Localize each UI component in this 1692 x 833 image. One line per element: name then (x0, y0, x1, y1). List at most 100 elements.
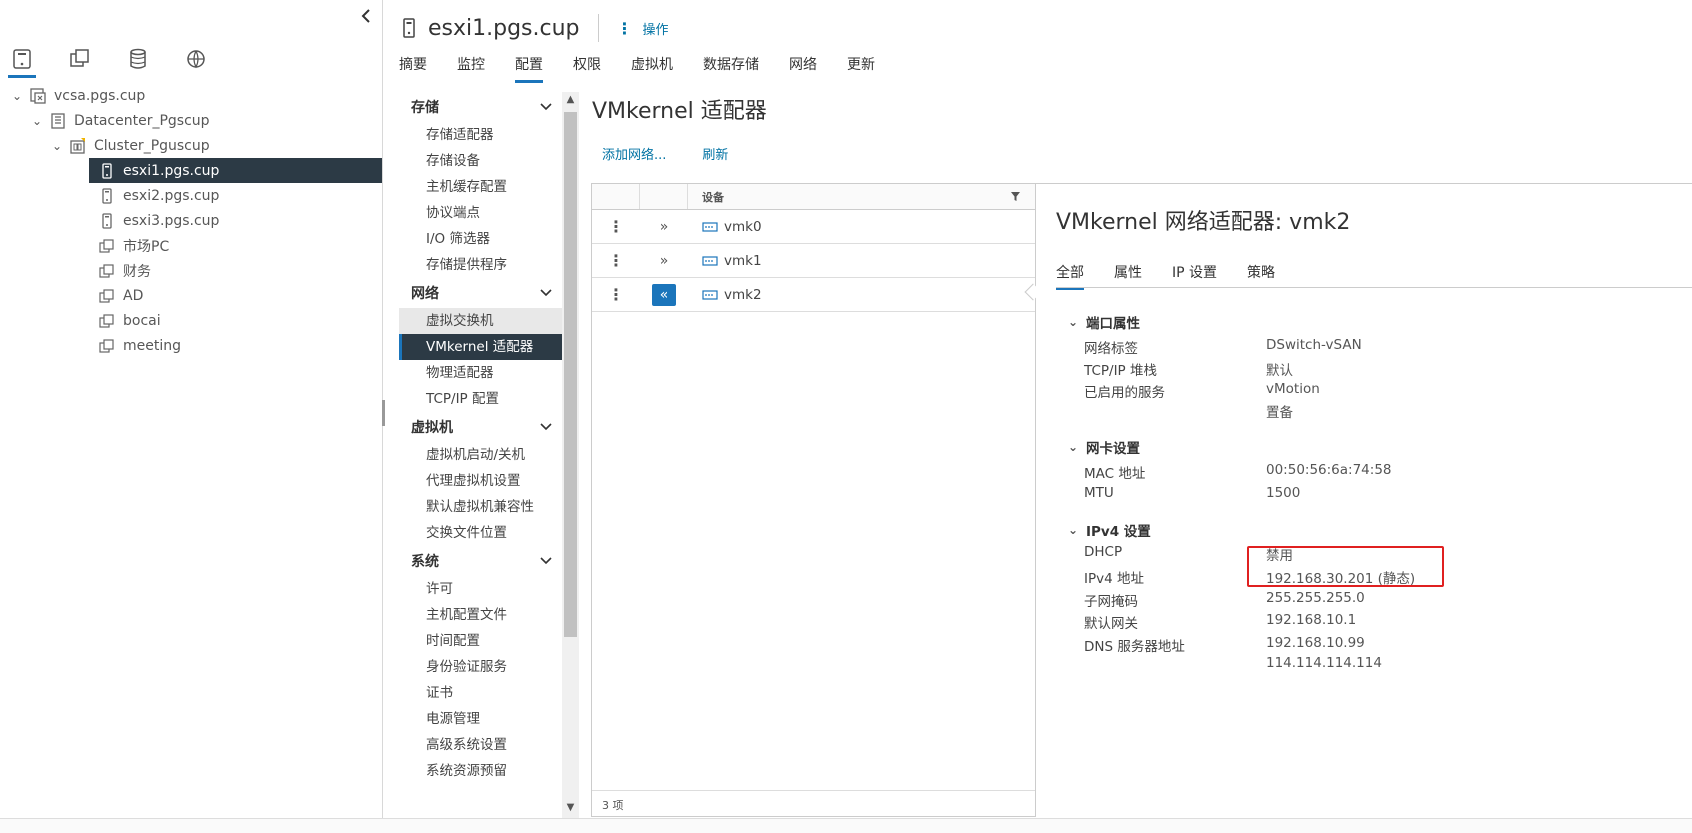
nav-group-networking[interactable]: 网络 (399, 278, 562, 308)
grid-footer: 3 项 (592, 790, 1035, 816)
tree-node-vapp-ad[interactable]: AD (0, 283, 383, 308)
nav-item-advanced-settings[interactable]: 高级系统设置 (399, 732, 562, 758)
detail-tab-all[interactable]: 全部 (1056, 262, 1084, 290)
nav-item-vm-startup[interactable]: 虚拟机启动/关机 (399, 442, 562, 468)
detail-tabs: 全部 属性 IP 设置 策略 (1056, 262, 1305, 290)
nav-item-protocol-endpoints[interactable]: 协议端点 (399, 200, 562, 226)
actions-menu-button[interactable]: ⋮ 操作 (617, 19, 669, 38)
networking-icon (187, 50, 205, 69)
device-name: vmk0 (724, 218, 762, 235)
object-header: esxi1.pgs.cup ⋮ 操作 摘要 监控 配置 权限 虚拟机 数据存储 … (384, 0, 1692, 83)
nav-item-power-mgmt[interactable]: 电源管理 (399, 706, 562, 732)
column-device[interactable]: 设备 (688, 189, 1035, 205)
nav-item-vmkernel-adapters[interactable]: VMkernel 适配器 (399, 334, 562, 360)
tree-node-host-esxi3[interactable]: esxi3.pgs.cup (0, 208, 383, 233)
section-ipv4-settings[interactable]: ⌄ IPv4 设置 (1068, 520, 1151, 540)
nav-item-time-config[interactable]: 时间配置 (399, 628, 562, 654)
expand-row-icon[interactable]: » (652, 216, 676, 238)
detail-tab-policies[interactable]: 策略 (1247, 262, 1275, 290)
splitter-handle[interactable] (382, 400, 385, 426)
tree-node-label: 市场PC (123, 238, 170, 255)
more-vertical-icon: ⋮ (616, 18, 633, 38)
collapse-detail-icon[interactable]: « (652, 283, 676, 306)
nav-item-virtual-switches[interactable]: 虚拟交换机 (399, 308, 562, 334)
tab-configure[interactable]: 配置 (515, 54, 543, 83)
nav-group-label: 系统 (411, 554, 439, 570)
nav-item-io-filters[interactable]: I/O 筛选器 (399, 226, 562, 252)
tree-node-host-esxi2[interactable]: esxi2.pgs.cup (0, 183, 383, 208)
row-actions-icon[interactable]: ⋮ (592, 251, 640, 270)
tab-datastores[interactable]: 数据存储 (703, 54, 759, 83)
refresh-button[interactable]: 刷新 (702, 144, 728, 163)
tree-node-vapp-bocai[interactable]: bocai (0, 308, 383, 333)
tab-networks[interactable]: 网络 (789, 54, 817, 83)
tab-vms[interactable]: 虚拟机 (631, 54, 673, 83)
nav-item-auth-services[interactable]: 身份验证服务 (399, 654, 562, 680)
tab-monitor[interactable]: 监控 (457, 54, 485, 83)
table-row[interactable]: ⋮ » vmk0 (592, 210, 1035, 244)
tree-node-vapp-market[interactable]: 市场PC (0, 233, 383, 258)
prop-key: 默认网关 (1084, 616, 1138, 632)
nav-group-system[interactable]: 系统 (399, 546, 562, 576)
nav-group-label: 存储 (411, 100, 439, 116)
nav-item-resource-reservation[interactable]: 系统资源预留 (399, 758, 562, 784)
nav-item-tcpip-config[interactable]: TCP/IP 配置 (399, 386, 562, 412)
networking-tab[interactable] (182, 44, 210, 78)
tab-updates[interactable]: 更新 (847, 54, 875, 83)
column-device-label: 设备 (702, 190, 724, 204)
collapse-navigator-button[interactable] (360, 8, 376, 28)
scroll-down-icon[interactable]: ▼ (564, 802, 577, 816)
tree-node-host-esxi1[interactable]: esxi1.pgs.cup (89, 158, 382, 183)
nav-item-host-cache[interactable]: 主机缓存配置 (399, 174, 562, 200)
tab-summary[interactable]: 摘要 (399, 54, 427, 83)
nav-group-storage[interactable]: 存储 (399, 92, 562, 122)
nav-item-host-profile[interactable]: 主机配置文件 (399, 602, 562, 628)
prop-value: DSwitch-vSAN (1266, 337, 1362, 353)
content-title: VMkernel 适配器 (592, 99, 767, 124)
tree-node-label: esxi2.pgs.cup (123, 187, 220, 204)
chevron-down-icon[interactable]: ⌄ (10, 89, 24, 103)
nav-item-swap-location[interactable]: 交换文件位置 (399, 520, 562, 546)
nav-item-storage-providers[interactable]: 存储提供程序 (399, 252, 562, 278)
configure-nav-scrollbar[interactable]: ▲ ▼ (562, 92, 579, 818)
detail-tab-properties[interactable]: 属性 (1114, 262, 1142, 290)
tree-node-vapp-meeting[interactable]: meeting (0, 333, 383, 358)
tree-node-cluster[interactable]: ⌄ Cluster_Pguscup (0, 133, 383, 158)
vsphere-client: ⌄ vcsa.pgs.cup ⌄ Datacenter_Pgscup ⌄ Clu… (0, 0, 1692, 833)
nav-item-physical-adapters[interactable]: 物理适配器 (399, 360, 562, 386)
tree-node-datacenter[interactable]: ⌄ Datacenter_Pgscup (0, 108, 383, 133)
tab-permissions[interactable]: 权限 (573, 54, 601, 83)
chevron-down-icon[interactable]: ⌄ (50, 139, 64, 153)
prop-key: 网络标签 (1084, 341, 1138, 357)
tree-node-vapp-finance[interactable]: 财务 (0, 258, 383, 283)
expand-row-icon[interactable]: » (652, 250, 676, 272)
add-network-button[interactable]: 添加网络... (602, 144, 666, 163)
detail-tab-ip-settings[interactable]: IP 设置 (1172, 262, 1217, 290)
hosts-clusters-tab[interactable] (8, 44, 36, 78)
chevron-down-icon (540, 557, 552, 565)
tree-node-label: bocai (123, 312, 161, 329)
nav-item-storage-adapters[interactable]: 存储适配器 (399, 122, 562, 148)
chevron-down-icon[interactable]: ⌄ (30, 114, 44, 128)
row-actions-icon[interactable]: ⋮ (592, 217, 640, 236)
section-port-properties[interactable]: ⌄ 端口属性 (1068, 312, 1140, 332)
nav-item-default-compat[interactable]: 默认虚拟机兼容性 (399, 494, 562, 520)
scroll-up-icon[interactable]: ▲ (564, 94, 577, 108)
nav-item-agent-vm[interactable]: 代理虚拟机设置 (399, 468, 562, 494)
chevron-down-icon (540, 423, 552, 431)
nav-item-storage-devices[interactable]: 存储设备 (399, 148, 562, 174)
tree-node-vcenter[interactable]: ⌄ vcsa.pgs.cup (0, 83, 383, 108)
prop-value: 置备 (1266, 405, 1293, 421)
vms-templates-tab[interactable] (66, 44, 94, 78)
nav-item-certificate[interactable]: 证书 (399, 680, 562, 706)
row-actions-icon[interactable]: ⋮ (592, 285, 640, 304)
section-nic-settings[interactable]: ⌄ 网卡设置 (1068, 437, 1140, 457)
table-row[interactable]: ⋮ » vmk1 (592, 244, 1035, 278)
table-row-selected[interactable]: ⋮ « vmk2 (592, 278, 1035, 312)
nav-item-licensing[interactable]: 许可 (399, 576, 562, 602)
storage-tab[interactable] (124, 44, 152, 78)
filter-icon[interactable] (1010, 191, 1021, 202)
scrollbar-thumb[interactable] (564, 112, 577, 637)
prop-value: 192.168.10.99 (1266, 635, 1365, 651)
nav-group-vms[interactable]: 虚拟机 (399, 412, 562, 442)
